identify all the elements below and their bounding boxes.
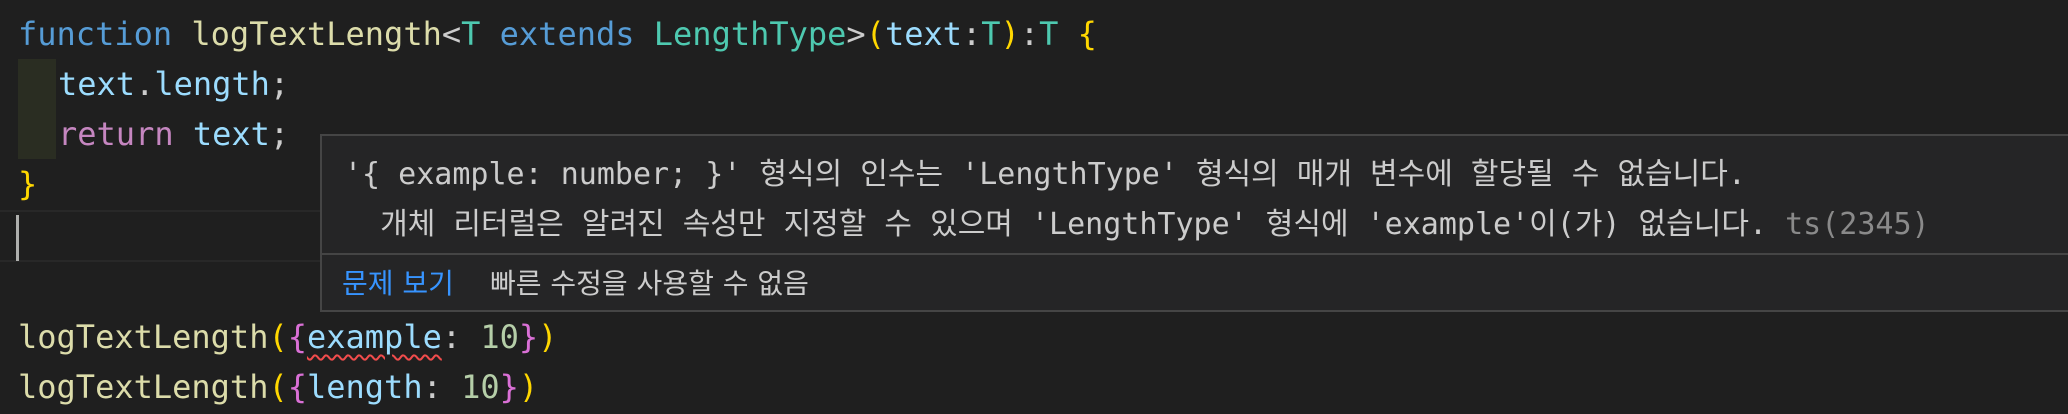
hover-status-bar: 문제 보기 빠른 수정을 사용할 수 없음 — [342, 257, 809, 311]
code-line-3[interactable]: return text; — [58, 109, 289, 159]
angle-close: > — [846, 15, 866, 53]
variable-text: text — [58, 65, 136, 103]
function-call-name: logTextLength — [18, 368, 269, 406]
angle-open: < — [441, 15, 462, 53]
object-key-length: length — [306, 368, 423, 406]
return-colon: : — [1019, 15, 1040, 53]
error-message-line-1: '{ example: number; }' 형식의 인수는 'LengthTy… — [344, 157, 1746, 192]
object-key-example: example — [306, 318, 442, 356]
brace-open: { — [287, 368, 307, 406]
current-line-highlight — [0, 210, 320, 262]
hover-divider — [322, 253, 2068, 255]
error-message: '{ example: number; }' 형식의 인수는 'LengthTy… — [344, 150, 1930, 250]
code-line-1[interactable]: function logTextLength<T extends LengthT… — [18, 9, 1097, 59]
number-literal: 10 — [480, 318, 519, 356]
brace-close: } — [518, 318, 539, 356]
paren-open: ( — [865, 15, 885, 53]
keyword-extends: extends — [499, 15, 635, 53]
ts-error-code: ts(2345) — [1767, 207, 1930, 242]
paren-close: ) — [538, 318, 558, 356]
keyword-function: function — [18, 15, 173, 53]
brace-open: { — [287, 318, 307, 356]
code-line-4[interactable]: } — [18, 159, 37, 209]
code-line-8[interactable]: logTextLength({length: 10}) — [18, 362, 538, 412]
paren-open: ( — [268, 368, 288, 406]
error-squiggle[interactable]: example — [307, 318, 442, 356]
function-name: logTextLength — [191, 15, 442, 53]
semicolon: ; — [269, 65, 290, 103]
constraint-type: LengthType — [653, 15, 847, 53]
colon: : — [422, 368, 462, 406]
text-cursor — [16, 215, 19, 261]
code-editor[interactable]: function logTextLength<T extends LengthT… — [0, 0, 2068, 414]
number-literal: 10 — [461, 368, 500, 406]
error-hover-widget[interactable]: '{ example: number; }' 형식의 인수는 'LengthTy… — [320, 134, 2068, 312]
no-quick-fix-label: 빠른 수정을 사용할 수 없음 — [489, 267, 809, 300]
type-parameter: T — [461, 15, 481, 53]
paren-close: ) — [518, 368, 539, 406]
function-call-name: logTextLength — [18, 318, 269, 356]
code-line-2[interactable]: text.length; — [58, 59, 289, 109]
paren-open: ( — [268, 318, 288, 356]
variable-text: text — [192, 115, 270, 153]
error-message-line-2: 개체 리터럴은 알려진 속성만 지정할 수 있으며 'LengthType' 형… — [344, 207, 1768, 242]
keyword-return: return — [58, 115, 174, 153]
return-type: T — [1039, 15, 1059, 53]
code-line-7[interactable]: logTextLength({example: 10}) — [18, 312, 557, 362]
colon: : — [441, 318, 481, 356]
property-length: length — [154, 65, 270, 103]
dot: . — [135, 65, 155, 103]
semicolon: ; — [269, 115, 290, 153]
view-problem-link[interactable]: 문제 보기 — [342, 267, 454, 300]
parameter-type: T — [981, 15, 1001, 53]
paren-close: ) — [1000, 15, 1020, 53]
indent-guide — [18, 59, 56, 109]
brace-open: { — [1077, 15, 1097, 53]
indent-guide — [18, 109, 56, 159]
colon: : — [962, 15, 982, 53]
brace-close: } — [18, 165, 38, 203]
brace-close: } — [499, 368, 519, 406]
parameter-name: text — [884, 15, 963, 53]
